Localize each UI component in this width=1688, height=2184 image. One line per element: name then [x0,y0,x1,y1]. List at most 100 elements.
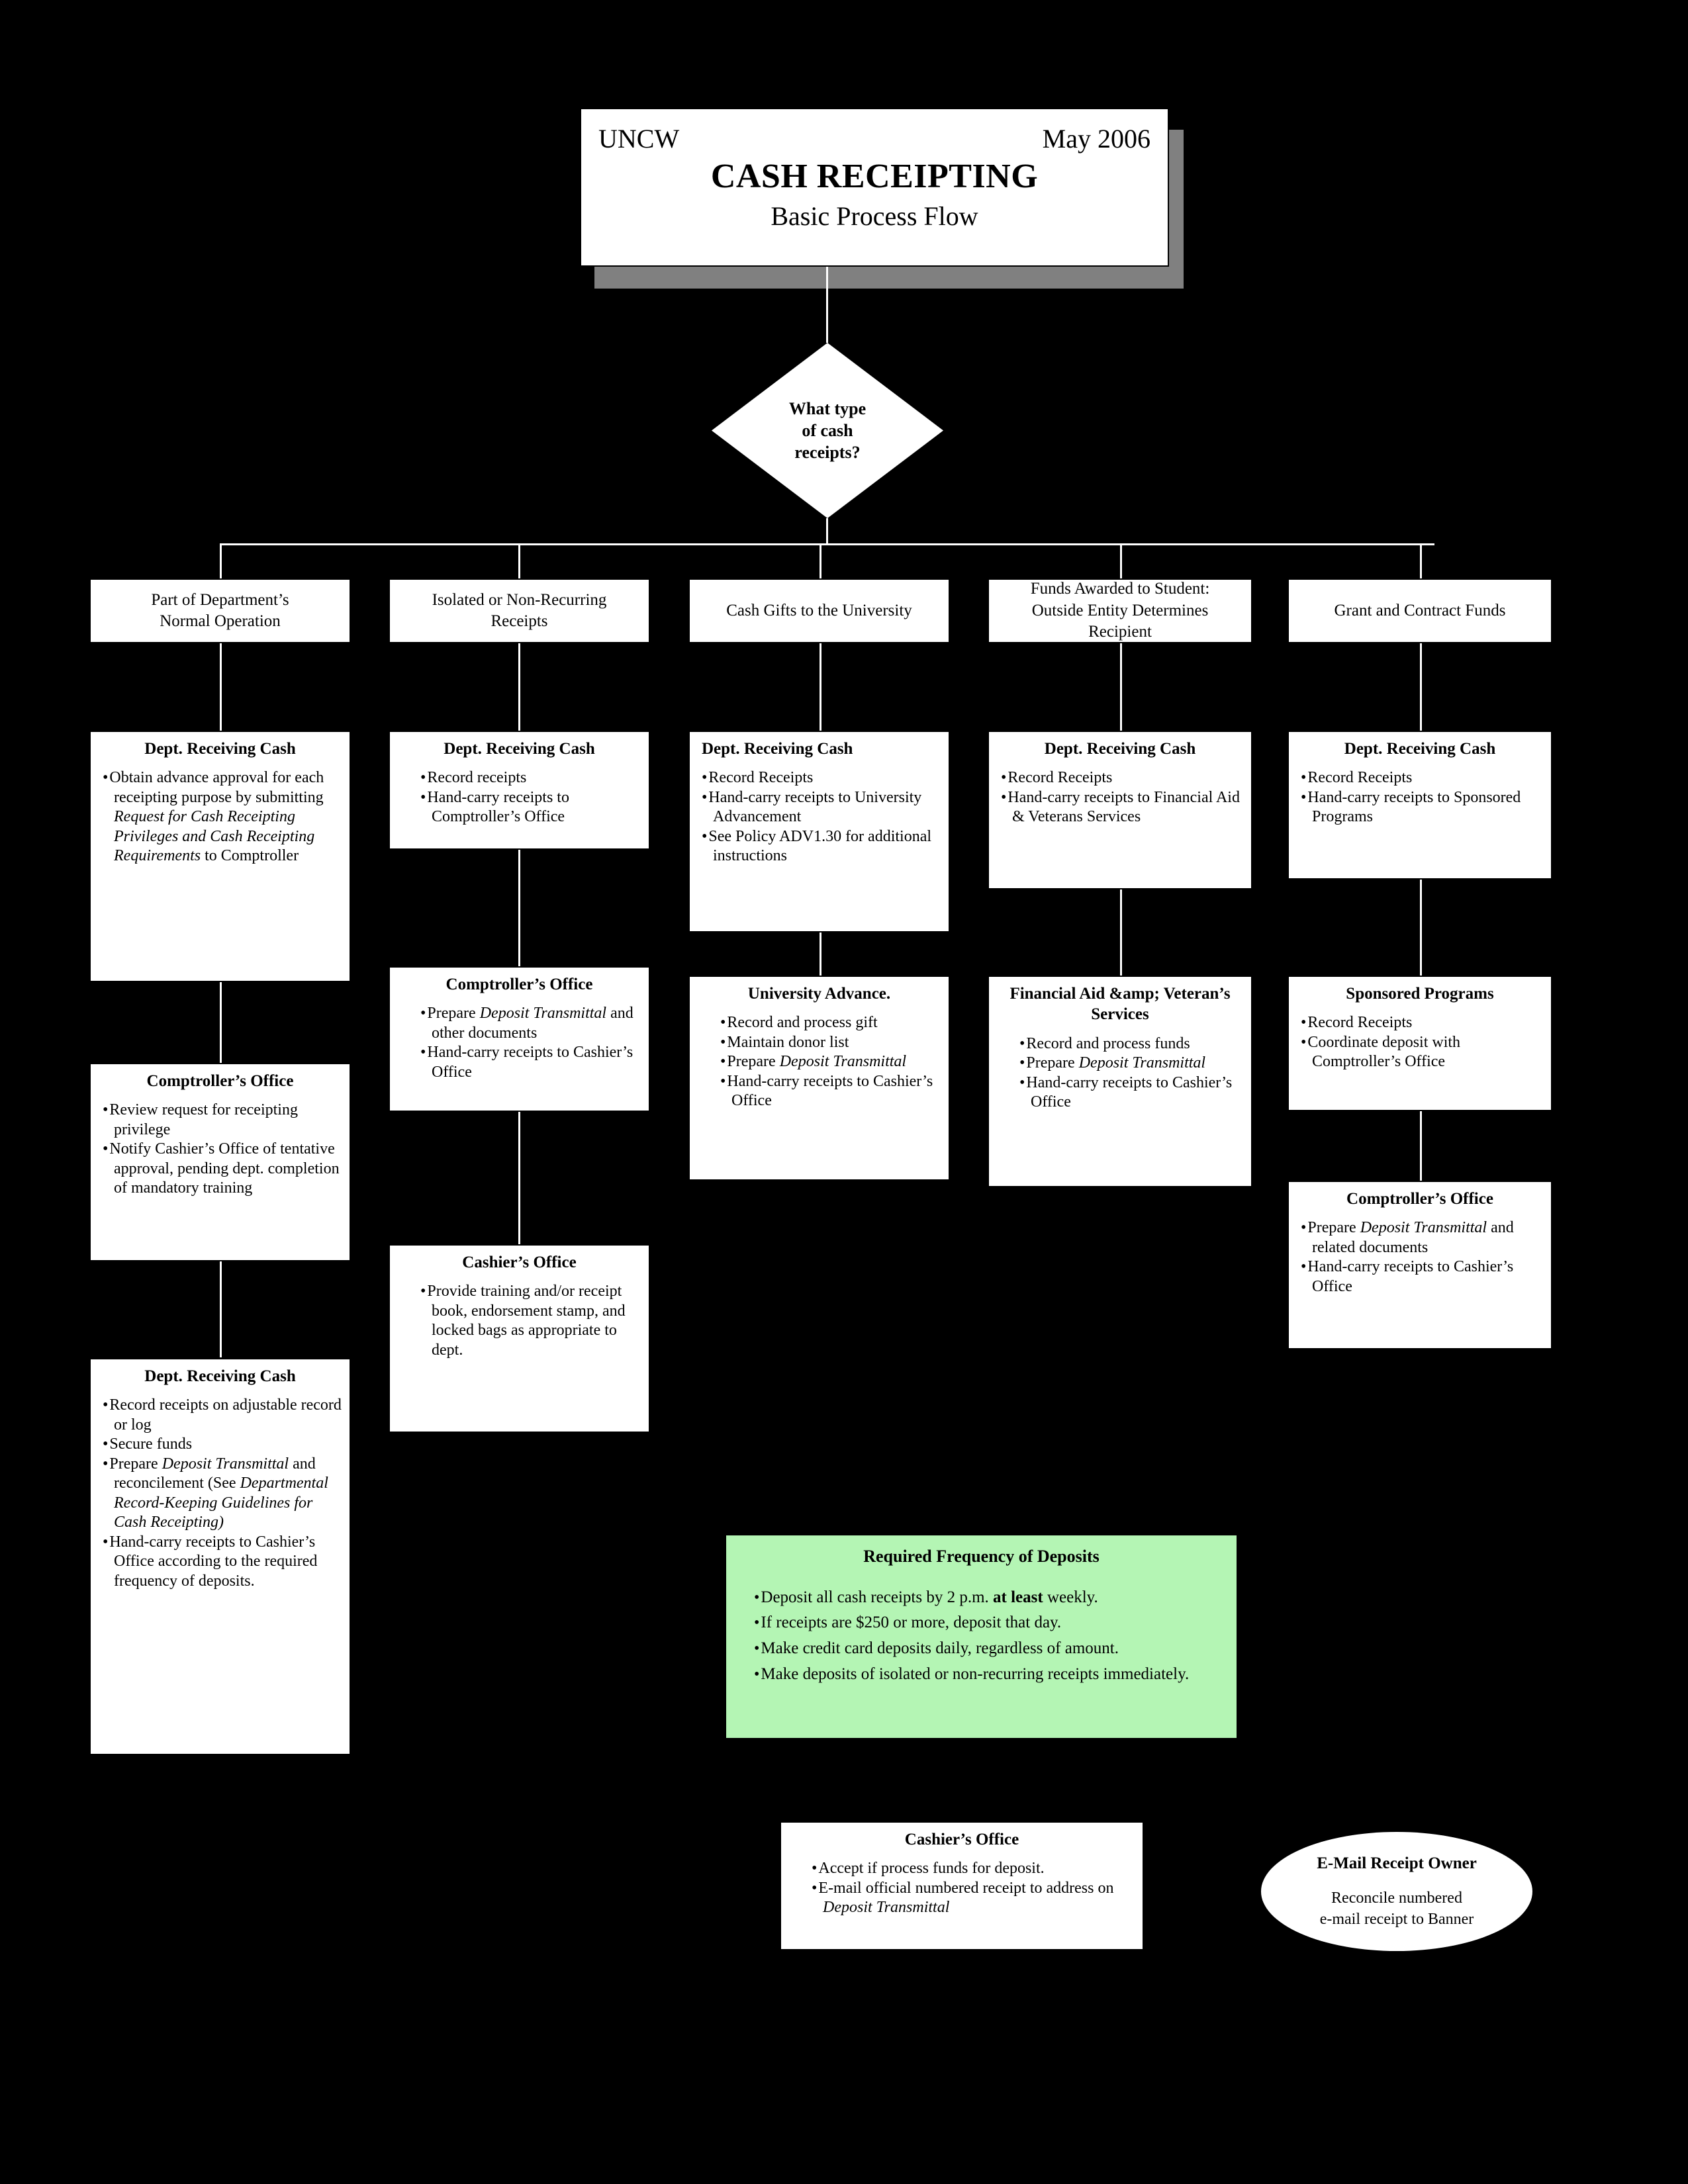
decision-line-3: receipts? [794,443,861,463]
connector-bus-drop-3 [820,543,821,578]
list-item: Hand-carry receipts to Cashier’s Office [420,1043,642,1082]
list-item: Prepare Deposit Transmittal [720,1052,942,1072]
col3-university-advancement-box: University Advance. Record and process g… [688,976,950,1181]
cashier-final-list: Accept if process funds for deposit. E-m… [781,1859,1143,1918]
list-item: Accept if process funds for deposit. [812,1859,1136,1879]
col1-box3-heading: Dept. Receiving Cash [144,1367,296,1385]
col1-dept-record-box: Dept. Receiving Cash Record receipts on … [89,1358,351,1755]
col4-financial-aid-veterans-box: Financial Aid &amp; Veteran’s Services R… [988,976,1252,1187]
list-item: Prepare Deposit Transmittal and other do… [420,1004,642,1043]
list-item: Make deposits of isolated or non-recurri… [754,1662,1230,1688]
frequency-heading: Required Frequency of Deposits [863,1547,1100,1566]
category-box-4: Funds Awarded to Student: Outside Entity… [988,578,1252,643]
email-owner-heading: E-Mail Receipt Owner [1317,1854,1477,1873]
list-item: Prepare Deposit Transmittal [1019,1054,1244,1073]
page-title: CASH RECEIPTING [710,158,1039,195]
connector-col4-1-to-2 [1120,889,1122,979]
list-item: Hand-carry receipts to Cashier’s Office … [103,1533,343,1592]
final-cashier-office-box: Cashier’s Office Accept if process funds… [780,1821,1144,1950]
connector-col3-1-to-2 [820,933,821,976]
category-1-line-1: Part of Department’s [151,590,289,609]
col5-box1-list: Record Receipts Hand-carry receipts to S… [1289,768,1551,827]
list-item: Hand-carry receipts to Cashier’s Office [1019,1073,1244,1113]
category-box-3: Cash Gifts to the University [688,578,950,643]
col5-box2-list: Record Receipts Coordinate deposit with … [1289,1013,1551,1072]
category-2-line-2: Receipts [491,612,548,630]
category-1-text: Part of Department’s Normal Operation [91,580,350,642]
col3-dept-receiving-cash-box: Dept. Receiving Cash Record Receipts Han… [688,731,950,933]
list-item: Coordinate deposit with Comptroller’s Of… [1301,1033,1544,1072]
organization-label: UNCW [598,124,680,154]
connector-cat3-to-proc [820,643,821,731]
category-4-text: Funds Awarded to Student: Outside Entity… [989,580,1251,642]
list-item: If receipts are $250 or more, deposit th… [754,1610,1230,1636]
col1-comptroller-office-box: Comptroller’s Office Review request for … [89,1063,351,1261]
list-item: Record Receipts [1301,768,1544,788]
col2-dept-receiving-cash-box: Dept. Receiving Cash Record receipts Han… [389,731,650,850]
category-4-line-2: Outside Entity Determines [1031,601,1209,619]
col2-box2-heading: Comptroller’s Office [445,976,593,993]
col5-box1-heading: Dept. Receiving Cash [1344,740,1496,758]
connector-col2-2-to-3 [518,1112,520,1244]
connector-col5-1-to-2 [1420,880,1422,979]
category-4-line-1: Funds Awarded to Student: [1030,580,1210,598]
list-item: Record Receipts [1301,1013,1544,1033]
connector-decision-down [826,518,828,545]
col1-box2-list: Review request for receipting privilege … [91,1101,350,1199]
list-item: Record receipts on adjustable record or … [103,1396,343,1435]
list-item: Hand-carry receipts to University Advanc… [702,788,942,827]
col4-box1-list: Record Receipts Hand-carry receipts to F… [989,768,1251,827]
list-item: Review request for receipting privilege [103,1101,343,1140]
list-item: Deposit all cash receipts by 2 p.m. at l… [754,1585,1230,1611]
category-2-text: Isolated or Non-Recurring Receipts [390,580,649,642]
col2-box3-list: Provide training and/or receipt book, en… [390,1282,649,1360]
category-5-text: Grant and Contract Funds [1289,580,1551,642]
list-item: Record and process funds [1019,1034,1244,1054]
category-box-2: Isolated or Non-Recurring Receipts [389,578,650,643]
list-item: Notify Cashier’s Office of tentative app… [103,1140,343,1199]
list-item: Obtain advance approval for each receipt… [103,768,343,866]
title-box: UNCW May 2006 CASH RECEIPTING Basic Proc… [580,108,1169,267]
list-item: Prepare Deposit Transmittal and reconcil… [103,1455,343,1533]
email-receipt-owner-ellipse: E-Mail Receipt Owner Reconcile numbered … [1261,1832,1532,1951]
connector-cat4-to-proc [1120,643,1122,731]
col3-box2-heading: University Advance. [747,985,891,1003]
list-item: Record Receipts [702,768,942,788]
page-subtitle: Basic Process Flow [771,201,978,231]
col2-box1-heading: Dept. Receiving Cash [444,740,595,758]
col5-box2-heading: Sponsored Programs [1346,985,1494,1003]
connector-bus-horizontal [220,543,1434,545]
date-label: May 2006 [1042,124,1150,154]
list-item: See Policy ADV1.30 for additional instru… [702,827,942,866]
col3-box2-list: Record and process gift Maintain donor l… [690,1013,949,1111]
category-2-line-1: Isolated or Non-Recurring [432,590,607,609]
list-item: Hand-carry receipts to Sponsored Program… [1301,788,1544,827]
category-5-line-1: Grant and Contract Funds [1334,601,1506,619]
flowchart-canvas: UNCW May 2006 CASH RECEIPTING Basic Proc… [0,0,1688,2184]
connector-col1-2-to-3 [220,1261,222,1357]
connector-title-to-decision [826,267,828,343]
category-3-line-1: Cash Gifts to the University [726,601,912,619]
list-item: Hand-carry receipts to Financial Aid & V… [1001,788,1244,827]
list-item: Provide training and/or receipt book, en… [420,1282,642,1360]
email-owner-line-2: e-mail receipt to Banner [1319,1910,1474,1928]
list-item: Make credit card deposits daily, regardl… [754,1636,1230,1662]
col5-box3-heading: Comptroller’s Office [1346,1190,1493,1208]
category-box-1: Part of Department’s Normal Operation [89,578,351,643]
col4-box2-heading: Financial Aid &amp; Veteran’s Services [1009,985,1231,1024]
connector-bus-drop-2 [518,543,520,578]
col4-box1-heading: Dept. Receiving Cash [1044,740,1196,758]
list-item: Record Receipts [1001,768,1244,788]
frequency-list: Deposit all cash receipts by 2 p.m. at l… [726,1585,1237,1688]
connector-col2-1-to-2 [518,850,520,976]
list-item: Hand-carry receipts to Cashier’s Office [720,1072,942,1111]
email-owner-line-1: Reconcile numbered [1331,1889,1462,1907]
col5-sponsored-programs-box: Sponsored Programs Record Receipts Coord… [1288,976,1552,1111]
list-item: Record and process gift [720,1013,942,1033]
category-1-line-2: Normal Operation [160,612,281,630]
list-item: Hand-carry receipts to Comptroller’s Off… [420,788,642,827]
category-4-line-3: Recipient [1088,623,1152,641]
decision-line-1: What type [788,398,867,418]
decision-node: What type of cash receipts? [712,343,943,518]
col2-comptroller-office-box: Comptroller’s Office Prepare Deposit Tra… [389,966,650,1112]
